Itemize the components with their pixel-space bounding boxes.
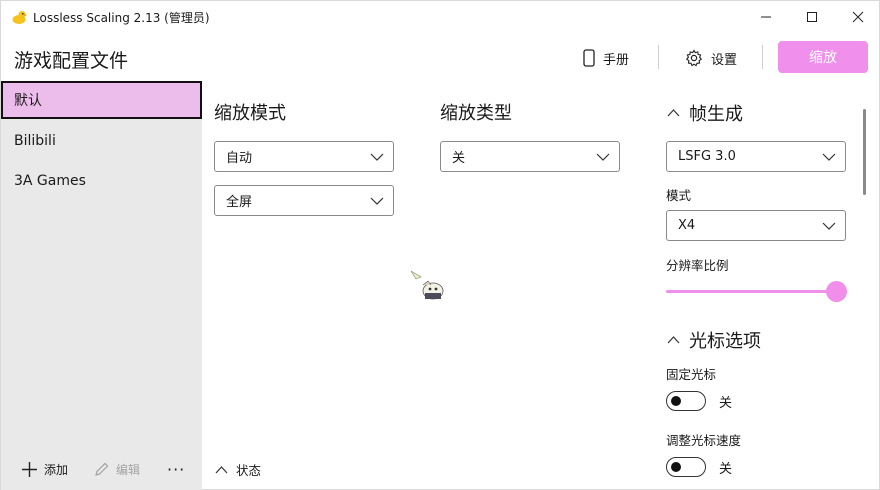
chevron-up-icon bbox=[215, 465, 228, 473]
more-options-button[interactable]: ··· bbox=[167, 457, 185, 481]
add-profile-button[interactable]: 添加 bbox=[21, 457, 68, 481]
scrollbar[interactable] bbox=[863, 109, 866, 195]
scaling-mode-dropdown[interactable]: 自动 bbox=[214, 141, 394, 172]
title-bar[interactable]: Lossless Scaling 2.13 (管理员) bbox=[1, 1, 880, 33]
header-divider bbox=[658, 45, 659, 69]
status-label: 状态 bbox=[236, 463, 262, 478]
chevron-down-icon bbox=[822, 153, 836, 161]
close-button[interactable] bbox=[835, 1, 880, 33]
cursor-speed-state: 关 bbox=[719, 462, 733, 477]
mascot-sprite bbox=[410, 270, 444, 300]
manual-button[interactable]: 手册 bbox=[583, 45, 629, 71]
minimize-button[interactable] bbox=[743, 1, 789, 33]
settings-button[interactable]: 设置 bbox=[685, 45, 737, 71]
profile-label: 默认 bbox=[14, 93, 42, 109]
dropdown-value: LSFG 3.0 bbox=[678, 149, 736, 164]
pencil-icon bbox=[95, 462, 109, 476]
chevron-down-icon bbox=[370, 197, 384, 205]
edit-profile-button[interactable]: 编辑 bbox=[93, 457, 140, 481]
resolution-scale-label: 分辨率比例 bbox=[666, 258, 729, 273]
slider-thumb[interactable] bbox=[825, 281, 847, 302]
dropdown-value: 自动 bbox=[226, 151, 253, 166]
scaling-type-dropdown[interactable]: 关 bbox=[440, 141, 620, 172]
window-title: Lossless Scaling 2.13 (管理员) bbox=[33, 11, 210, 25]
chevron-down-icon bbox=[370, 153, 384, 161]
lock-cursor-toggle[interactable] bbox=[666, 391, 706, 411]
frame-gen-title: 帧生成 bbox=[689, 104, 743, 125]
phone-icon bbox=[583, 49, 595, 67]
minimize-icon bbox=[761, 16, 771, 18]
gear-icon bbox=[685, 49, 703, 67]
lock-cursor-label: 固定光标 bbox=[666, 367, 717, 382]
maximize-icon bbox=[807, 12, 817, 22]
chevron-down-icon bbox=[596, 153, 610, 161]
chevron-up-icon bbox=[667, 336, 680, 344]
toggle-knob bbox=[671, 396, 681, 406]
dropdown-value: 关 bbox=[452, 151, 466, 166]
edit-label: 编辑 bbox=[116, 462, 141, 477]
profile-label: Bilibili bbox=[14, 133, 56, 149]
maximize-button[interactable] bbox=[789, 1, 835, 33]
screen-mode-dropdown[interactable]: 全屏 bbox=[214, 185, 394, 216]
resolution-scale-slider[interactable] bbox=[666, 290, 836, 293]
settings-label: 设置 bbox=[711, 52, 738, 68]
cursor-speed-label: 调整光标速度 bbox=[666, 433, 742, 448]
dropdown-value: X4 bbox=[678, 218, 696, 233]
frame-gen-mode-dropdown[interactable]: X4 bbox=[666, 210, 846, 241]
add-label: 添加 bbox=[44, 462, 69, 477]
scaling-type-title: 缩放类型 bbox=[440, 103, 512, 124]
page-title: 游戏配置文件 bbox=[14, 50, 129, 72]
frame-gen-mode-label: 模式 bbox=[666, 188, 692, 203]
duck-icon bbox=[12, 11, 27, 24]
cursor-options-title: 光标选项 bbox=[689, 331, 761, 352]
plus-icon bbox=[22, 461, 37, 477]
frame-gen-header[interactable]: 帧生成 bbox=[667, 100, 743, 126]
header-divider bbox=[762, 45, 763, 69]
cursor-options-header[interactable]: 光标选项 bbox=[667, 327, 761, 353]
chevron-up-icon bbox=[667, 109, 680, 117]
scale-button[interactable]: 缩放 bbox=[778, 41, 868, 73]
lock-cursor-state: 关 bbox=[719, 396, 733, 411]
profile-item-bilibili[interactable]: Bilibili bbox=[1, 122, 202, 160]
toggle-knob bbox=[671, 462, 681, 472]
chevron-down-icon bbox=[822, 222, 836, 230]
status-expander[interactable]: 状态 bbox=[215, 460, 261, 479]
manual-label: 手册 bbox=[603, 52, 630, 68]
app-window: Lossless Scaling 2.13 (管理员) 游戏配置文件 手册 设置… bbox=[0, 0, 880, 490]
profile-item-3a-games[interactable]: 3A Games bbox=[1, 162, 202, 200]
profile-label: 3A Games bbox=[14, 173, 86, 189]
scaling-mode-title: 缩放模式 bbox=[214, 103, 286, 124]
close-icon bbox=[852, 11, 864, 23]
profile-item-default[interactable]: 默认 bbox=[1, 81, 202, 119]
dropdown-value: 全屏 bbox=[226, 195, 253, 210]
cursor-speed-toggle[interactable] bbox=[666, 457, 706, 477]
frame-gen-version-dropdown[interactable]: LSFG 3.0 bbox=[666, 141, 846, 172]
